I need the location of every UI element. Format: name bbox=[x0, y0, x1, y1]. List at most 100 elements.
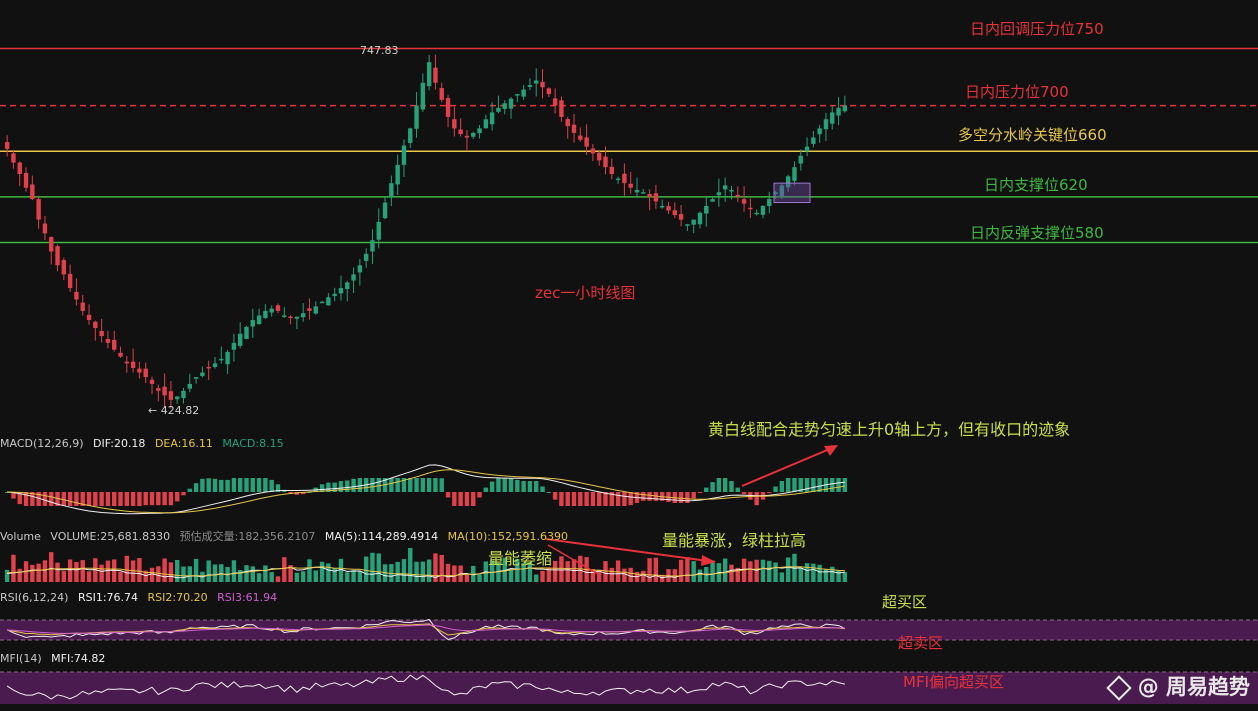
macd-bar bbox=[99, 492, 104, 506]
candle-body bbox=[502, 103, 507, 109]
candle-body bbox=[426, 62, 432, 87]
volume-bar bbox=[67, 559, 73, 582]
macd-bar bbox=[357, 478, 363, 492]
volume-annotation-surge: 量能暴涨，绿柱拉高 bbox=[662, 531, 807, 550]
volume-bar bbox=[105, 560, 111, 582]
candle-body bbox=[508, 98, 514, 109]
macd-bar bbox=[735, 487, 740, 492]
rsi-overbought-label: 超买区 bbox=[882, 593, 928, 611]
volume-bar bbox=[124, 555, 130, 582]
volume-bar bbox=[565, 561, 570, 582]
volume-bar bbox=[534, 574, 539, 582]
candle-body bbox=[49, 237, 54, 252]
candle-body bbox=[489, 112, 495, 125]
candle-body bbox=[748, 207, 753, 210]
volume-bar bbox=[691, 561, 696, 582]
volume-bar bbox=[231, 560, 237, 582]
macd-bar bbox=[559, 492, 564, 506]
macd-bar bbox=[534, 481, 539, 492]
volume-bar bbox=[36, 563, 41, 582]
price-low-label: ← 424.82 bbox=[148, 404, 200, 417]
volume-bar bbox=[779, 572, 785, 582]
candle-body bbox=[584, 137, 589, 147]
macd-bar bbox=[741, 492, 747, 495]
volume-bar bbox=[773, 562, 778, 582]
candle-body bbox=[319, 301, 325, 304]
candle-body bbox=[67, 273, 73, 289]
candle-body bbox=[691, 219, 696, 225]
macd-bar bbox=[716, 478, 722, 492]
volume-bar bbox=[408, 548, 413, 582]
macd-bar bbox=[237, 478, 243, 492]
candle-body bbox=[754, 212, 759, 215]
macd-bar bbox=[458, 492, 463, 506]
volume-bar bbox=[823, 568, 829, 582]
candle-body bbox=[112, 339, 117, 350]
macd-bar bbox=[263, 478, 268, 492]
macd-bar bbox=[452, 492, 457, 506]
volume-bar bbox=[628, 567, 633, 582]
macd-bar bbox=[269, 479, 274, 492]
volume-bar bbox=[4, 569, 10, 582]
candle-body bbox=[540, 81, 545, 88]
candle-body bbox=[338, 288, 344, 294]
candle-body bbox=[647, 193, 652, 197]
candle-body bbox=[370, 240, 375, 252]
macd-bar bbox=[641, 492, 646, 501]
candle-body bbox=[704, 205, 709, 214]
candle-body bbox=[212, 363, 218, 367]
candle-body bbox=[263, 310, 268, 318]
candle-body bbox=[4, 142, 10, 149]
macd-bar bbox=[811, 478, 816, 492]
macd-bar bbox=[124, 492, 130, 506]
macd-dif: DIF:20.18 bbox=[93, 437, 146, 450]
candle-body bbox=[363, 253, 369, 261]
macd-bar bbox=[540, 486, 545, 492]
volume-bar bbox=[282, 557, 287, 582]
candle-body bbox=[237, 333, 243, 346]
volume-bar bbox=[798, 567, 803, 582]
macd-bar bbox=[187, 488, 193, 492]
volume-bar bbox=[552, 560, 558, 582]
volume-bar bbox=[609, 567, 615, 582]
candle-body bbox=[666, 206, 671, 211]
macd-bar bbox=[508, 478, 514, 492]
candle-body bbox=[288, 316, 293, 319]
candle-body bbox=[830, 112, 835, 124]
price-high-label: 747.83 bbox=[360, 44, 399, 57]
macd-bar bbox=[426, 478, 432, 492]
macd-bar bbox=[483, 487, 489, 492]
volume-bar bbox=[17, 568, 22, 582]
volume-bar bbox=[439, 555, 444, 582]
candle-body bbox=[130, 361, 136, 368]
candle-body bbox=[345, 282, 350, 289]
macd-bar bbox=[149, 492, 155, 506]
macd-bar bbox=[74, 492, 79, 506]
macd-bar bbox=[175, 492, 180, 502]
candle-body bbox=[30, 184, 35, 200]
volume-bar bbox=[42, 560, 48, 582]
macd-bar bbox=[836, 478, 841, 492]
candle-body bbox=[105, 339, 111, 343]
candle-body bbox=[193, 377, 199, 379]
mfi-zone bbox=[0, 672, 1258, 704]
macd-bar bbox=[691, 492, 696, 499]
volume-bar bbox=[181, 566, 186, 582]
macd-bar bbox=[471, 492, 476, 506]
macd-bar bbox=[200, 478, 205, 492]
volume-bar bbox=[263, 565, 268, 582]
volume-bar bbox=[244, 565, 249, 582]
volume-bar bbox=[219, 564, 224, 582]
macd-bar bbox=[779, 481, 785, 492]
volume-bar bbox=[212, 564, 218, 582]
volume-bar bbox=[351, 569, 356, 582]
macd-bar bbox=[414, 478, 419, 492]
volume-bar bbox=[540, 570, 545, 582]
volume-bar bbox=[685, 557, 690, 582]
candle-body bbox=[219, 358, 224, 361]
candle-body bbox=[622, 173, 627, 184]
candle-body bbox=[17, 162, 22, 175]
volume-bar bbox=[86, 571, 92, 582]
macd-bar bbox=[42, 492, 48, 506]
macd-bar bbox=[685, 492, 690, 503]
